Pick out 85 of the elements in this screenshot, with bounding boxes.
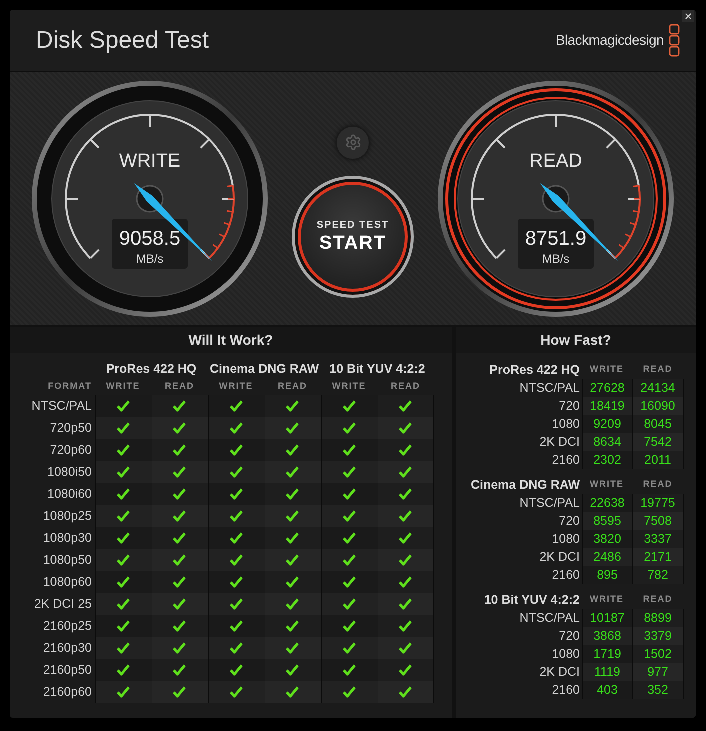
format-label: 1080i60: [46, 486, 93, 503]
format-label: 2160p25: [42, 618, 93, 635]
format-label: NTSC/PAL: [518, 380, 581, 397]
settings-icon: [344, 134, 362, 151]
speed-cell: 8899: [632, 609, 684, 627]
format-label: NTSC/PAL: [30, 398, 93, 415]
speed-cell: 18419: [582, 397, 632, 415]
speed-value: 9058.5: [119, 228, 181, 250]
speed-cell: 977: [632, 663, 684, 681]
speed-value: 8751.9: [525, 228, 587, 250]
format-label: 2160p60: [42, 684, 93, 701]
gauge-label: READ: [530, 150, 582, 172]
speed-cell: 352: [632, 681, 684, 699]
format-label: 720: [558, 628, 581, 645]
settings-button[interactable]: [336, 126, 370, 160]
format-label: 2K DCI: [538, 434, 581, 451]
speed-cell: 1502: [632, 645, 684, 663]
speed-cell: 3337: [632, 530, 684, 548]
unit-label: MB/s: [136, 252, 164, 266]
column-heading: FORMAT: [47, 380, 93, 394]
format-label: 720p50: [49, 420, 93, 437]
format-label: 1080: [551, 646, 581, 663]
speed-cell: 782: [632, 566, 684, 584]
codec-heading: Cinema DNG RAW: [470, 476, 581, 494]
codec-heading: ProRes 422 HQ: [105, 361, 198, 378]
brand-name: Blackmagicdesign: [556, 31, 664, 50]
format-label: 2160p50: [42, 662, 93, 679]
speed-cell: 8595: [582, 512, 632, 530]
column-heading: READ: [642, 478, 674, 492]
format-label: 720: [558, 512, 581, 530]
section-title: Will It Work?: [10, 327, 452, 353]
format-label: 2160: [551, 566, 581, 584]
codec-heading: 10 Bit YUV 4:2:2: [483, 592, 581, 609]
format-label: 1080i50: [46, 464, 93, 481]
format-label: NTSC/PAL: [518, 494, 581, 512]
format-label: 2K DCI 25: [33, 596, 93, 613]
format-label: 2160p30: [42, 640, 93, 657]
speed-cell: 2011: [632, 451, 684, 469]
logo-icon: [669, 24, 680, 57]
speed-cell: 3868: [582, 627, 632, 645]
speed-cell: 7542: [632, 433, 684, 451]
column-heading: WRITE: [331, 380, 368, 394]
codec-heading: 10 Bit YUV 4:2:2: [328, 361, 426, 378]
column-heading: WRITE: [589, 363, 625, 376]
format-label: 2160: [551, 682, 581, 699]
format-label: 1080p50: [42, 552, 93, 569]
column-heading: READ: [276, 380, 308, 394]
format-label: 720p60: [49, 442, 93, 459]
format-label: 1080p60: [42, 574, 93, 591]
column-heading: WRITE: [218, 380, 254, 394]
gauge-label: WRITE: [119, 150, 181, 172]
format-label: 1080: [551, 416, 581, 433]
format-label: 2K DCI: [538, 548, 581, 566]
column-heading: WRITE: [105, 380, 142, 394]
speed-cell: 19775: [632, 494, 684, 512]
speed-cell: 24134: [632, 379, 684, 397]
format-label: NTSC/PAL: [518, 610, 581, 627]
column-heading: READ: [164, 380, 196, 394]
column-heading: READ: [390, 380, 422, 394]
unit-label: MB/s: [542, 252, 570, 266]
speed-cell: 1119: [582, 663, 632, 681]
codec-heading: ProRes 422 HQ: [488, 362, 581, 379]
column-heading: WRITE: [589, 593, 625, 606]
format-label: 2K DCI: [538, 664, 581, 681]
format-label: 1080: [551, 530, 581, 548]
format-label: 1080p30: [42, 530, 93, 547]
speed-cell: 2486: [582, 548, 632, 566]
close-icon: [684, 12, 692, 20]
window-title: Disk Speed Test: [36, 26, 209, 56]
format-label: 2160: [551, 452, 581, 469]
speed-cell: 2171: [632, 548, 684, 566]
speed-cell: 7508: [632, 512, 684, 530]
column-heading: READ: [642, 593, 674, 606]
start-button[interactable]: SPEED TEST START: [292, 176, 414, 298]
format-label: 720: [558, 398, 581, 415]
codec-heading: Cinema DNG RAW: [208, 361, 320, 378]
speed-cell: 8634: [582, 433, 632, 451]
speed-cell: 8045: [632, 415, 684, 433]
column-heading: READ: [642, 363, 674, 376]
column-heading: WRITE: [589, 478, 625, 492]
speed-cell: 3379: [632, 627, 684, 645]
section-title: How Fast?: [456, 327, 696, 353]
speed-cell: 16090: [632, 397, 684, 415]
format-label: 1080p25: [42, 508, 93, 525]
close-button[interactable]: [682, 10, 694, 22]
